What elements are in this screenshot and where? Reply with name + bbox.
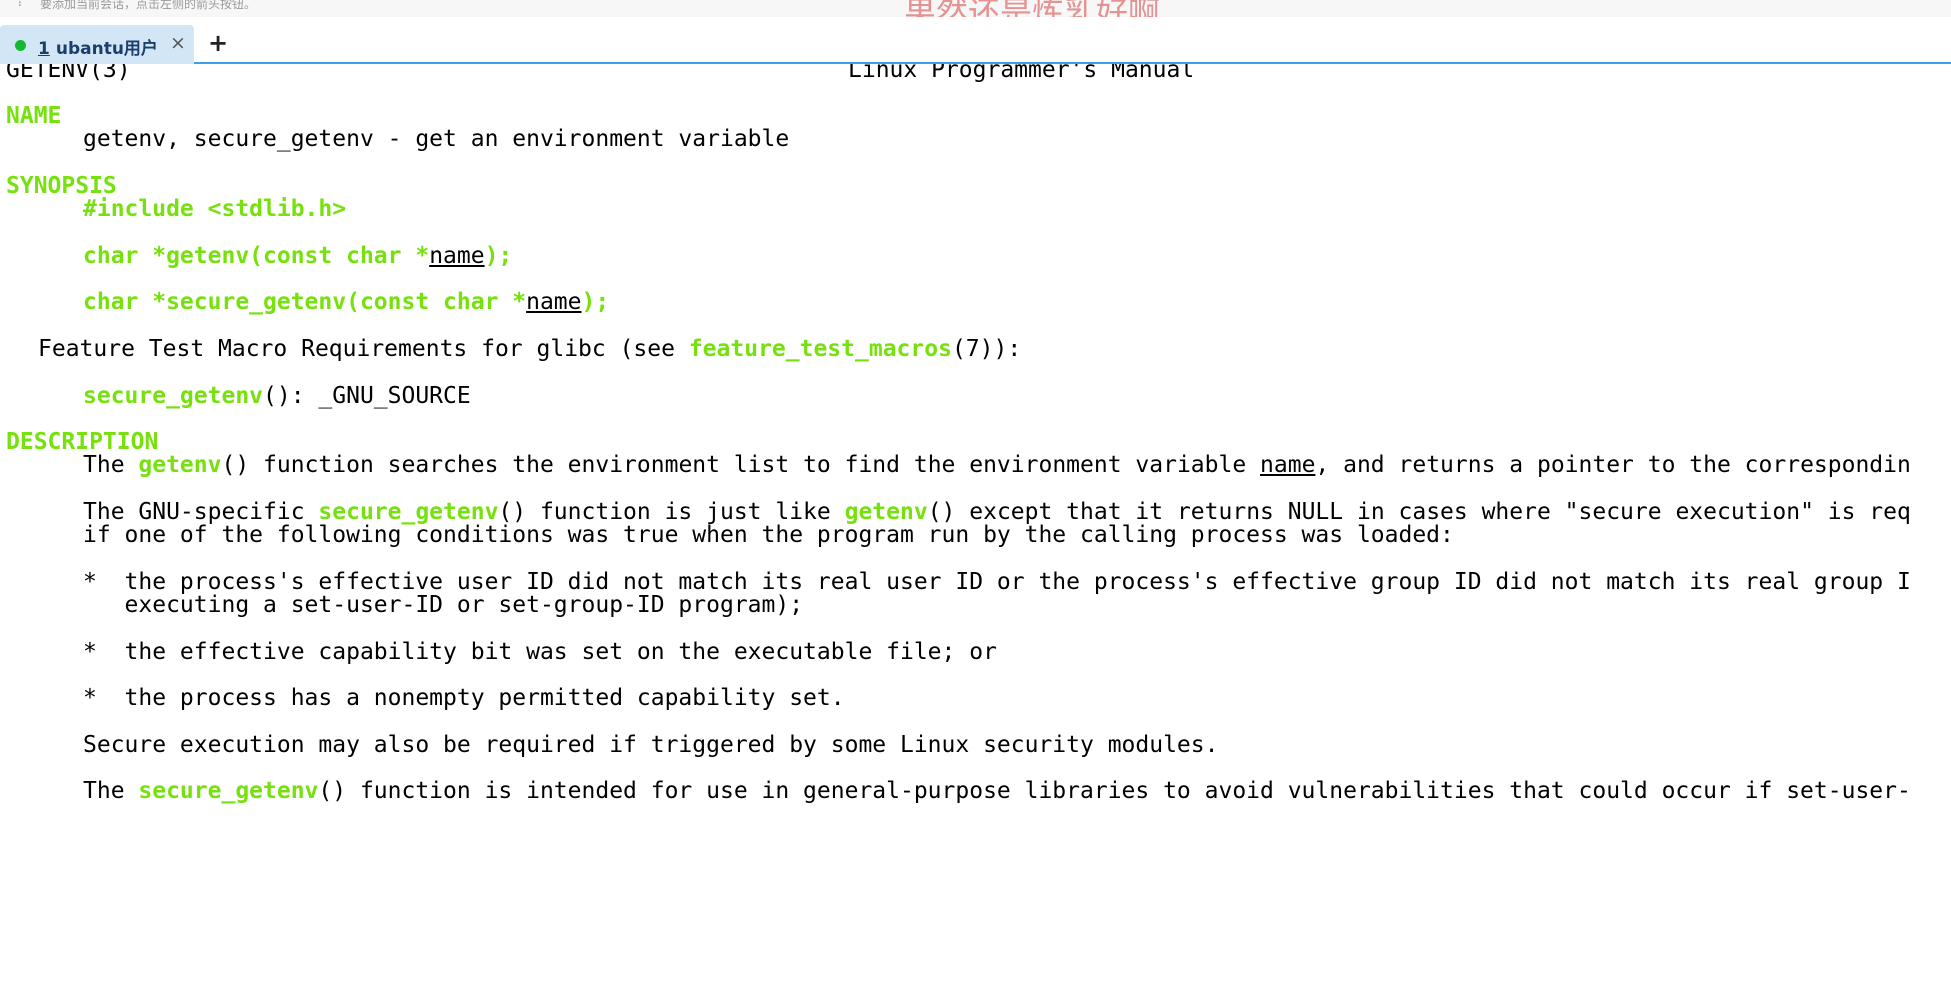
session-tab[interactable]: 1 ubantu用户 × <box>0 25 194 64</box>
tab-bar: 1 ubantu用户 × + <box>0 17 1951 64</box>
new-tab-button[interactable]: + <box>208 30 228 56</box>
bullet-item-2: * the effective capability bit was set o… <box>83 639 997 665</box>
man-header-left: GETENV(3) <box>6 64 131 83</box>
man-header-center: Linux Programmer's Manual <box>848 64 1195 83</box>
description-paragraph-1: The getenv() function searches the envir… <box>83 452 1911 478</box>
synopsis-secure-getenv-prototype: char *secure_getenv(const char *name); <box>83 289 610 315</box>
param-name: name <box>526 289 582 315</box>
tab-number: 1 <box>38 39 50 59</box>
close-tab-icon[interactable]: × <box>170 32 186 54</box>
synopsis-include: #include <stdlib.h> <box>83 196 347 222</box>
section-heading-name: NAME <box>6 103 62 129</box>
tab-title: ubantu用户 <box>55 39 158 59</box>
connection-status-icon <box>15 40 26 51</box>
description-paragraph-3: Secure execution may also be required if… <box>83 732 1219 758</box>
bullet-item-1-cont: executing a set-user-ID or set-group-ID … <box>83 592 804 618</box>
synopsis-getenv-prototype: char *getenv(const char *name); <box>83 243 513 269</box>
terminal-output[interactable]: GETENV(3) Linux Programmer's Manual NAME… <box>0 64 1951 1002</box>
feature-test-macros-link: feature_test_macros <box>688 336 952 362</box>
add-session-icon[interactable]: ⇡ <box>14 0 26 10</box>
feature-test-macro-value: secure_getenv(): _GNU_SOURCE <box>83 383 471 409</box>
bullet-item-3: * the process has a nonempty permitted c… <box>83 685 845 711</box>
tab-label[interactable]: 1 ubantu用户 <box>38 34 158 59</box>
session-hint-text: 要添加当前会话，点击左侧的箭头按钮。 <box>40 0 257 11</box>
feature-test-macro-line: Feature Test Macro Requirements for glib… <box>38 336 1022 362</box>
description-paragraph-4: The secure_getenv() function is intended… <box>83 778 1911 804</box>
description-paragraph-2-cont: if one of the following conditions was t… <box>83 522 1454 548</box>
param-name: name <box>429 243 485 269</box>
name-description: getenv, secure_getenv - get an environme… <box>83 126 790 152</box>
